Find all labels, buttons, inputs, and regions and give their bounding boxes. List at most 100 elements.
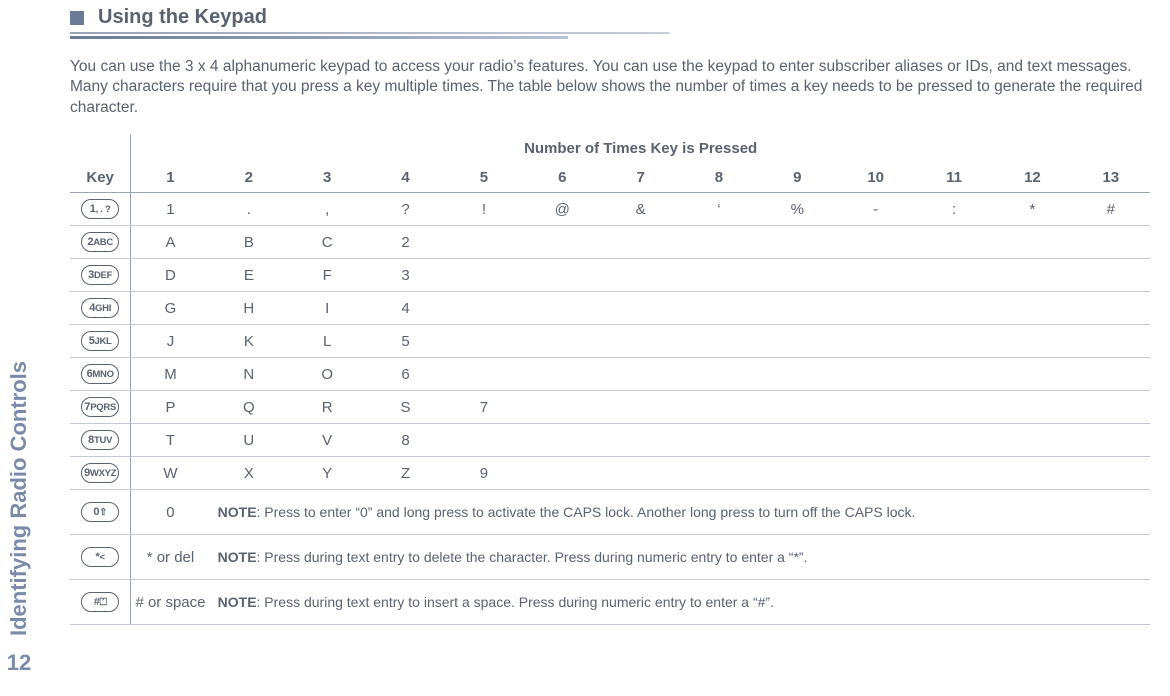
- char-cell: [758, 325, 836, 358]
- char-cell: %: [758, 193, 836, 226]
- char-cell: [758, 292, 836, 325]
- char-cell: [758, 259, 836, 292]
- char-cell: [915, 424, 993, 457]
- char-cell: K: [210, 325, 288, 358]
- char-cell: 6: [366, 358, 444, 391]
- char-cell: * or del: [131, 535, 210, 580]
- col-10: 10: [837, 163, 915, 193]
- char-cell: [601, 259, 679, 292]
- content: Using the Keypad You can use the 3 x 4 a…: [70, 0, 1160, 625]
- col-5: 5: [445, 163, 523, 193]
- char-cell: [601, 325, 679, 358]
- char-cell: 0: [131, 490, 210, 535]
- char-cell: [758, 391, 836, 424]
- char-cell: [680, 457, 758, 490]
- key-icon: 8 TUV: [81, 430, 119, 450]
- char-cell: [680, 292, 758, 325]
- char-cell: [993, 292, 1071, 325]
- char-cell: R: [288, 391, 366, 424]
- table-row: 4 GHIGHI4: [70, 292, 1150, 325]
- char-cell: [1072, 292, 1150, 325]
- char-cell: [993, 259, 1071, 292]
- page: Identifying Radio Controls 12 Using the …: [0, 0, 1170, 696]
- key-cell: 7PQRS: [70, 391, 131, 424]
- table-row: 5 JKLJKL5: [70, 325, 1150, 358]
- char-cell: .: [210, 193, 288, 226]
- char-cell: [915, 292, 993, 325]
- char-cell: [680, 259, 758, 292]
- char-cell: [601, 457, 679, 490]
- char-cell: [758, 424, 836, 457]
- section-bullet-icon: [70, 11, 84, 25]
- char-cell: [523, 391, 601, 424]
- char-cell: B: [210, 226, 288, 259]
- chapter-label: Identifying Radio Controls: [6, 361, 32, 636]
- table-row: 0 ⇧0NOTE: Press to enter “0” and long pr…: [70, 490, 1150, 535]
- key-icon: 1 , . ?: [81, 199, 119, 219]
- char-cell: [523, 358, 601, 391]
- char-cell: [680, 391, 758, 424]
- char-cell: [680, 325, 758, 358]
- key-cell: * <: [70, 535, 131, 580]
- char-cell: Q: [210, 391, 288, 424]
- char-cell: [1072, 424, 1150, 457]
- char-cell: [680, 226, 758, 259]
- char-cell: [445, 424, 523, 457]
- header-key: Key: [70, 163, 131, 193]
- key-cell: 8 TUV: [70, 424, 131, 457]
- section-rule: [70, 32, 1160, 34]
- char-cell: [993, 226, 1071, 259]
- col-4: 4: [366, 163, 444, 193]
- char-cell: [837, 292, 915, 325]
- char-cell: H: [210, 292, 288, 325]
- key-icon: 3 DEF: [81, 265, 119, 285]
- char-cell: I: [288, 292, 366, 325]
- char-cell: ?: [366, 193, 444, 226]
- char-cell: M: [131, 358, 210, 391]
- page-number: 12: [7, 650, 31, 676]
- char-cell: P: [131, 391, 210, 424]
- char-cell: [1072, 226, 1150, 259]
- col-1: 1: [131, 163, 210, 193]
- table-row: 2 ABCABC2: [70, 226, 1150, 259]
- char-cell: 1: [131, 193, 210, 226]
- char-cell: 4: [366, 292, 444, 325]
- char-cell: O: [288, 358, 366, 391]
- key-cell: 5 JKL: [70, 325, 131, 358]
- key-cell: 6 MNO: [70, 358, 131, 391]
- char-cell: [915, 226, 993, 259]
- section-sub-rule: [70, 36, 568, 39]
- char-cell: [445, 226, 523, 259]
- char-cell: W: [131, 457, 210, 490]
- section-title: Using the Keypad: [98, 6, 267, 29]
- char-cell: [601, 424, 679, 457]
- char-cell: F: [288, 259, 366, 292]
- key-icon: 5 JKL: [81, 331, 119, 351]
- char-cell: [523, 424, 601, 457]
- char-cell: L: [288, 325, 366, 358]
- char-cell: [993, 457, 1071, 490]
- key-cell: 3 DEF: [70, 259, 131, 292]
- char-cell: [601, 358, 679, 391]
- col-6: 6: [523, 163, 601, 193]
- col-3: 3: [288, 163, 366, 193]
- char-cell: [837, 391, 915, 424]
- char-cell: # or space: [131, 580, 210, 625]
- char-cell: 8: [366, 424, 444, 457]
- key-icon: # ⏍: [81, 592, 119, 612]
- char-cell: [1072, 457, 1150, 490]
- char-cell: [837, 424, 915, 457]
- char-cell: 2: [366, 226, 444, 259]
- table-row: 9WXYZWXYZ9: [70, 457, 1150, 490]
- char-cell: [523, 292, 601, 325]
- col-12: 12: [993, 163, 1071, 193]
- char-cell: [1072, 325, 1150, 358]
- char-cell: [445, 259, 523, 292]
- char-cell: [837, 325, 915, 358]
- char-cell: ,: [288, 193, 366, 226]
- char-cell: [837, 226, 915, 259]
- char-cell: Z: [366, 457, 444, 490]
- col-2: 2: [210, 163, 288, 193]
- key-cell: 1 , . ?: [70, 193, 131, 226]
- section-intro: You can use the 3 x 4 alphanumeric keypa…: [70, 57, 1150, 118]
